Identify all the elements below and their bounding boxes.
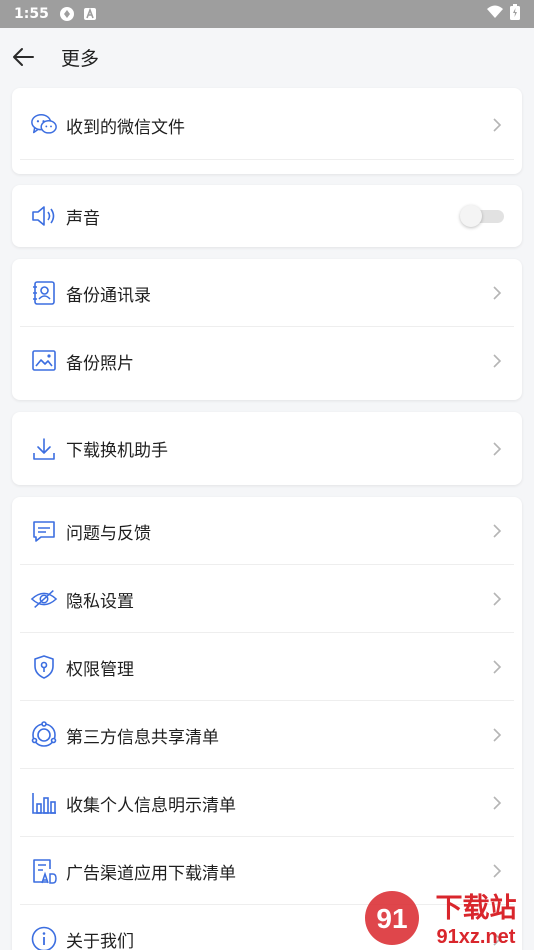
chevron-right-icon [490,284,504,302]
card-sound: 声音 [12,185,522,247]
privacy-eye-icon [30,585,58,613]
chevron-right-icon [490,352,504,370]
site-watermark: 91 下载站 91xz.net [362,888,532,950]
watermark-site: 91xz.net [437,926,516,948]
row-privacy-settings[interactable]: 隐私设置 [12,565,522,633]
photo-icon [30,347,58,375]
watermark-brand: 下载站 [436,893,517,924]
sound-toggle[interactable] [460,205,504,227]
row-label: 收集个人信息明示清单 [66,795,236,816]
row-label: 权限管理 [66,659,134,680]
status-time: 1:55 [14,6,49,22]
row-sound: 声音 [12,185,522,247]
row-wechat-files[interactable]: 收到的微信文件 [12,88,522,162]
chevron-right-icon [490,862,504,880]
chart-icon [30,789,58,817]
wechat-file-icon [30,111,58,139]
chevron-right-icon [490,440,504,458]
contacts-icon [30,279,58,307]
row-label: 下载换机助手 [66,441,168,461]
svg-text:91: 91 [376,903,407,934]
row-label: 第三方信息共享清单 [66,727,219,748]
card-backup: 备份通讯录 备份照片 [12,259,522,400]
watermark-logo-icon: 91 下载站 91xz.net [365,891,517,948]
back-button[interactable] [0,33,48,81]
battery-icon [510,4,520,24]
card-misc: 问题与反馈 隐私设置 权限管理 第三方信息共享清单 收集个人信息明示清单 广告渠… [12,497,522,950]
row-download-assistant[interactable]: 下载换机助手 [12,412,522,485]
row-permission-management[interactable]: 权限管理 [12,633,522,701]
a-notification-icon [83,7,97,21]
back-arrow-icon [13,48,34,66]
row-label: 广告渠道应用下载清单 [66,863,236,884]
share-icon [30,721,58,749]
download-icon [30,435,58,463]
toggle-knob [460,205,482,227]
row-label: 收到的微信文件 [66,117,185,138]
row-label: 隐私设置 [66,591,134,612]
divider [20,159,514,160]
chevron-right-icon [490,726,504,744]
card-download: 下载换机助手 [12,412,522,485]
row-label: 备份照片 [66,353,134,374]
info-icon [30,925,58,950]
row-feedback[interactable]: 问题与反馈 [12,497,522,565]
top-app-bar: 更多 [0,28,534,86]
chevron-right-icon [490,522,504,540]
status-bar: 1:55 [0,0,534,28]
row-backup-contacts[interactable]: 备份通讯录 [12,259,522,327]
feedback-icon [30,517,58,545]
chevron-right-icon [490,794,504,812]
row-third-party-sharing[interactable]: 第三方信息共享清单 [12,701,522,769]
app-notification-icon [59,6,75,22]
row-personal-info-list[interactable]: 收集个人信息明示清单 [12,769,522,837]
row-label: 声音 [66,208,100,229]
speaker-icon [30,202,58,230]
shield-icon [30,653,58,681]
chevron-right-icon [490,590,504,608]
wifi-icon [486,5,504,23]
chevron-right-icon [490,116,504,134]
row-label: 问题与反馈 [66,523,151,544]
card-wechat-files: 收到的微信文件 [12,88,522,174]
page-title: 更多 [61,47,100,70]
chevron-right-icon [490,658,504,676]
ad-list-icon [30,857,58,885]
row-label: 备份通讯录 [66,285,151,306]
row-backup-photos[interactable]: 备份照片 [12,327,522,395]
